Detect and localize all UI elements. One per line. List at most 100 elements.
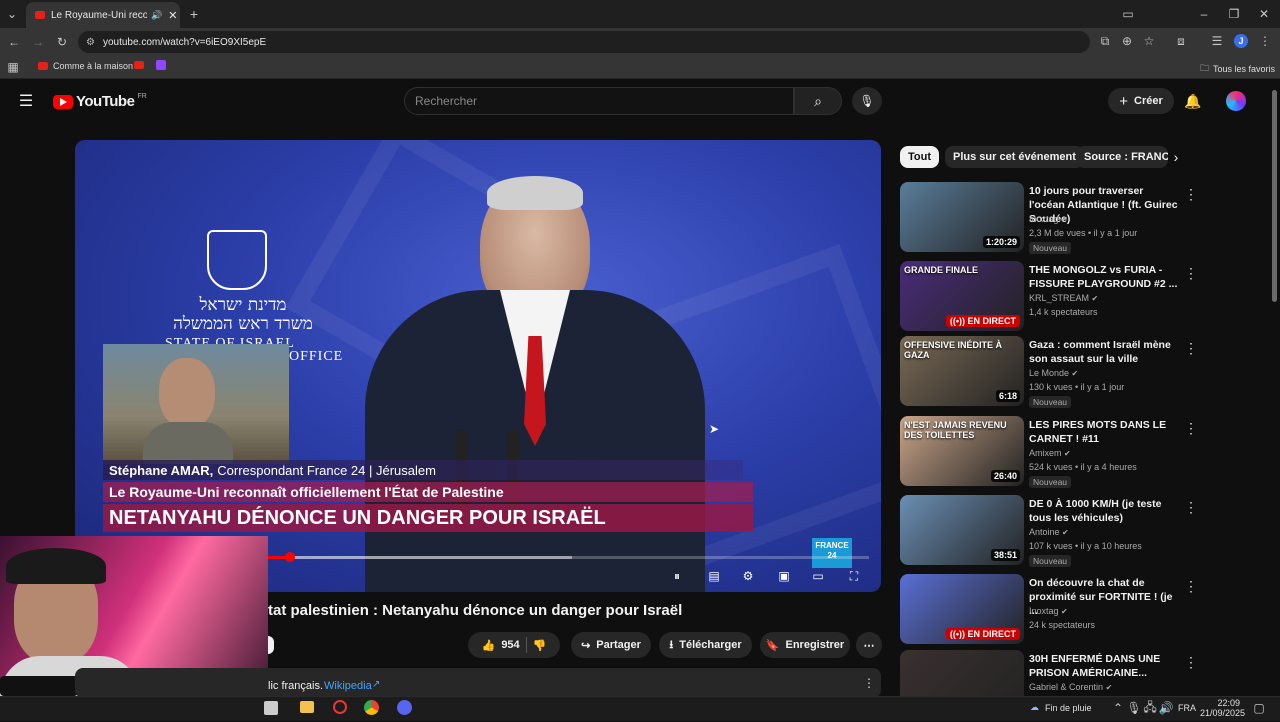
bookmark-item[interactable]: Comme à la maison xyxy=(38,61,133,71)
recommendation-title[interactable]: 30H ENFERMÉ DANS UNE PRISON AMÉRICAINE..… xyxy=(1029,652,1179,680)
discord-icon[interactable] xyxy=(397,700,412,715)
close-window-icon[interactable]: ✕ xyxy=(1256,6,1272,22)
extensions-icon[interactable]: ⧈ xyxy=(1174,34,1188,48)
back-icon[interactable]: ← xyxy=(6,34,22,50)
miniplayer-icon[interactable]: ▣ xyxy=(775,568,793,584)
description-menu-icon[interactable]: ⋮ xyxy=(863,676,875,690)
zoom-icon[interactable]: ⊕ xyxy=(1120,34,1134,48)
recommendation-item[interactable]: OFFENSIVE INÉDITE À GAZA 6:18 Gaza : comme… xyxy=(900,336,1270,408)
channel-name[interactable]: Amixem ✔ xyxy=(1029,448,1071,458)
file-explorer-icon[interactable] xyxy=(300,701,314,713)
tab-close-icon[interactable]: ✕ xyxy=(168,9,177,22)
channel-name[interactable]: Gabriel & Corentin ✔ xyxy=(1029,682,1112,692)
recommendation-title[interactable]: DE 0 À 1000 KM/H (je teste tous les véhi… xyxy=(1029,497,1179,525)
app-icon[interactable] xyxy=(333,700,347,714)
recommendation-title[interactable]: Gaza : comment Israël mène son assaut su… xyxy=(1029,338,1179,366)
recommendation-item[interactable]: 38:51 DE 0 À 1000 KM/H (je teste tous les… xyxy=(900,495,1270,567)
theater-mode-icon[interactable]: ▭ xyxy=(809,568,827,584)
restore-icon[interactable]: ❐ xyxy=(1226,6,1242,22)
recommendation-item[interactable]: 1:20:29 10 jours pour traverser l'océan A… xyxy=(900,182,1270,254)
recommendation-item[interactable]: GRANDE FINALE ((•)) EN DIRECT THE MONGOLZ … xyxy=(900,261,1270,333)
language-indicator[interactable]: FRA xyxy=(1178,703,1196,713)
download-button[interactable]: ⭳ Télécharger xyxy=(659,632,752,658)
share-button[interactable]: ↪ Partager xyxy=(571,632,651,658)
channel-name[interactable]: Antoine ✔ xyxy=(1029,527,1069,537)
browser-menu-icon[interactable]: ⋮ xyxy=(1258,34,1272,48)
description-box[interactable]: lic français. Wikipedia ↗ ⋮ xyxy=(75,668,881,698)
video-thumbnail[interactable]: ((•)) EN DIRECT xyxy=(900,574,1024,644)
autoplay-toggle[interactable]: ⏸ xyxy=(665,568,689,584)
video-thumbnail[interactable]: 38:51 xyxy=(900,495,1024,565)
dislike-button[interactable]: 👎 xyxy=(533,639,547,652)
chrome-icon[interactable] xyxy=(364,700,379,715)
search-input[interactable]: Rechercher xyxy=(404,87,794,115)
settings-gear-icon[interactable]: ⚙ xyxy=(739,568,757,584)
volume-icon[interactable]: 🔊 xyxy=(1159,701,1174,715)
more-actions-button[interactable]: ⋯ xyxy=(856,632,882,658)
voice-search-button[interactable]: 🎙 xyxy=(852,87,882,115)
forward-icon[interactable]: → xyxy=(30,34,46,50)
video-thumbnail[interactable]: GRANDE FINALE ((•)) EN DIRECT xyxy=(900,261,1024,331)
chip-event[interactable]: Plus sur cet événement xyxy=(945,146,1084,168)
wikipedia-link[interactable]: Wikipedia xyxy=(324,680,372,692)
more-options-icon[interactable]: ⋮ xyxy=(1184,265,1198,282)
more-options-icon[interactable]: ⋮ xyxy=(1184,578,1198,595)
fullscreen-icon[interactable]: ⛶ xyxy=(845,568,863,584)
scrubber-handle[interactable] xyxy=(285,552,296,562)
reload-icon[interactable]: ↻ xyxy=(54,34,70,50)
like-button[interactable]: 👍 954 xyxy=(482,639,520,652)
reading-list-icon[interactable]: ☰ xyxy=(1210,34,1224,48)
cast-icon[interactable]: ▭ xyxy=(1120,6,1136,22)
account-avatar[interactable] xyxy=(1226,91,1246,111)
profile-avatar[interactable]: J xyxy=(1234,34,1248,48)
address-bar[interactable]: ⚙ youtube.com/watch?v=6iEO9XI5epE xyxy=(78,31,1090,53)
notification-center-icon[interactable]: ▢ xyxy=(1252,701,1266,715)
create-button[interactable]: + Créer xyxy=(1108,88,1174,114)
channel-name[interactable]: Inoxtag ✔ xyxy=(1029,606,1068,616)
mic-tray-icon[interactable]: 🎙 xyxy=(1126,701,1141,715)
subtitles-icon[interactable]: ▤ xyxy=(705,568,723,584)
minimize-icon[interactable]: – xyxy=(1196,6,1212,22)
recommendation-item[interactable]: N'EST JAMAIS REVENU DES TOILETTES 26:40 LE… xyxy=(900,416,1270,488)
channel-name[interactable]: KRL_STREAM ✔ xyxy=(1029,293,1098,303)
channel-name[interactable]: Inoxtag ✔ xyxy=(1029,214,1068,224)
save-button[interactable]: 🔖 Enregistrer xyxy=(760,632,850,658)
browser-tab[interactable]: Le Royaume-Uni reconnaît 🔊 ✕ xyxy=(26,2,180,28)
chevron-up-icon[interactable]: ⌃ xyxy=(1112,701,1124,715)
more-options-icon[interactable]: ⋮ xyxy=(1184,186,1198,203)
all-bookmarks-folder[interactable]: 🗀 Tous les favoris xyxy=(1200,61,1275,77)
video-thumbnail[interactable]: OFFENSIVE INÉDITE À GAZA 6:18 xyxy=(900,336,1024,406)
more-options-icon[interactable]: ⋮ xyxy=(1184,340,1198,357)
start-icon[interactable] xyxy=(264,701,278,715)
video-thumbnail[interactable]: 1:20:29 xyxy=(900,182,1024,252)
tab-search-icon[interactable]: ⌄ xyxy=(4,6,20,22)
twitch-bookmark-icon[interactable] xyxy=(156,60,166,70)
recommendation-title[interactable]: THE MONGOLZ vs FURIA - FISSURE PLAYGROUN… xyxy=(1029,263,1179,291)
video-thumbnail[interactable]: N'EST JAMAIS REVENU DES TOILETTES 26:40 xyxy=(900,416,1024,486)
site-info-icon[interactable]: ⚙ xyxy=(86,37,95,48)
more-options-icon[interactable]: ⋮ xyxy=(1184,654,1198,671)
chip-source[interactable]: Source : FRANC xyxy=(1076,146,1168,168)
search-button[interactable]: ⌕ xyxy=(794,87,842,115)
subscribe-button-edge[interactable] xyxy=(268,636,274,654)
recommendation-item[interactable]: ((•)) EN DIRECT On découvre la chat de pr… xyxy=(900,574,1270,646)
page-scrollbar-thumb[interactable] xyxy=(1272,90,1277,302)
audio-icon[interactable]: 🔊 xyxy=(151,10,162,21)
screenshot-icon[interactable]: ⧉ xyxy=(1098,34,1112,48)
chevron-right-icon[interactable]: › xyxy=(1168,149,1184,165)
chip-all[interactable]: Tout xyxy=(900,146,940,168)
channel-name[interactable]: Le Monde ✔ xyxy=(1029,368,1078,378)
apps-icon[interactable]: ▦ xyxy=(6,60,20,74)
network-icon[interactable]: 🖧 xyxy=(1143,700,1156,715)
youtube-logo[interactable]: YouTube FR xyxy=(53,93,147,110)
video-player[interactable]: מדינת ישראל משרד ראש הממשלה STATE OF ISR… xyxy=(75,140,881,592)
menu-hamburger-icon[interactable]: ☰ xyxy=(16,92,36,110)
youtube-bookmark-icon[interactable] xyxy=(134,61,144,69)
notifications-bell-icon[interactable]: 🔔 xyxy=(1184,92,1202,110)
more-options-icon[interactable]: ⋮ xyxy=(1184,420,1198,437)
new-tab-icon[interactable]: + xyxy=(186,6,202,22)
more-options-icon[interactable]: ⋮ xyxy=(1184,499,1198,516)
recommendation-title[interactable]: LES PIRES MOTS DANS LE CARNET ! #11 xyxy=(1029,418,1179,446)
weather-widget[interactable]: ☁ Fin de pluie xyxy=(1030,702,1092,713)
bookmark-star-icon[interactable]: ☆ xyxy=(1142,34,1156,48)
